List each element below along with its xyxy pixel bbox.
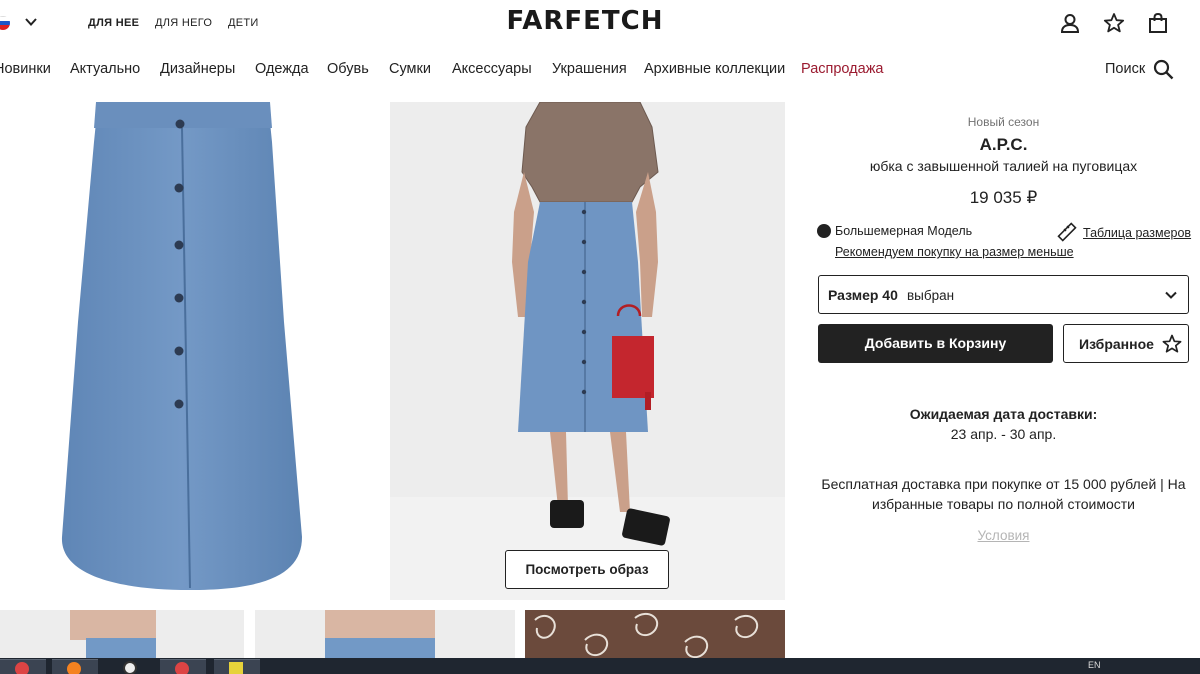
ruler-icon[interactable] bbox=[1057, 222, 1077, 242]
top-bar: ДЛЯ НЕЕ ДЛЯ НЕГО ДЕТИ FARFETCH bbox=[0, 0, 1200, 46]
product-name: юбка с завышенной талией на пуговицах bbox=[869, 158, 1138, 174]
model-illustration bbox=[390, 102, 785, 600]
star-icon bbox=[1162, 334, 1182, 353]
nav-item-accessories[interactable]: Аксессуары bbox=[452, 61, 532, 77]
size-guide-link[interactable]: Таблица размеров bbox=[1083, 226, 1191, 240]
delivery-dates: 23 апр. - 30 апр. bbox=[950, 426, 1057, 442]
brand-name[interactable]: A.P.C. bbox=[817, 135, 1190, 155]
nav-item-clothing[interactable]: Одежда bbox=[255, 61, 309, 77]
fit-recommendation-link[interactable]: Рекомендуем покупку на размер меньше bbox=[835, 245, 1074, 259]
add-to-cart-button[interactable]: Добавить в Корзину bbox=[818, 324, 1053, 363]
thumbnail-1-image bbox=[70, 610, 156, 660]
thumbnail-1[interactable] bbox=[0, 610, 244, 660]
view-look-button[interactable]: Посмотреть образ bbox=[505, 550, 669, 589]
terms-link[interactable]: Условия bbox=[817, 528, 1190, 543]
nav-item-bags[interactable]: Сумки bbox=[389, 61, 431, 77]
bag-icon[interactable] bbox=[1147, 12, 1169, 34]
product-image-main[interactable] bbox=[0, 102, 370, 600]
season-label: Новый сезон bbox=[967, 115, 1040, 129]
thumbnail-2[interactable] bbox=[255, 610, 515, 660]
wishlist-button[interactable]: Избранное bbox=[1063, 324, 1189, 363]
product-image-model[interactable] bbox=[390, 102, 785, 600]
nav-item-new[interactable]: Новинки bbox=[0, 61, 51, 77]
nav-item-designers[interactable]: Дизайнеры bbox=[160, 61, 235, 77]
nav-item-trending[interactable]: Актуально bbox=[70, 61, 140, 77]
language-indicator[interactable]: EN bbox=[1088, 660, 1101, 670]
logo[interactable]: FARFETCH bbox=[0, 6, 1170, 36]
search-icon[interactable] bbox=[1153, 59, 1174, 80]
skirt-illustration bbox=[61, 102, 302, 590]
size-state: выбран bbox=[907, 288, 955, 303]
size-select[interactable]: Размер 40 выбран bbox=[818, 275, 1189, 314]
taskbar-app-chrome[interactable] bbox=[0, 659, 46, 674]
taskbar-app-warning[interactable] bbox=[214, 659, 260, 674]
nav-item-sale[interactable]: Распродажа bbox=[801, 61, 883, 77]
thumbnail-3[interactable] bbox=[525, 610, 785, 660]
free-shipping-text: Бесплатная доставка при покупке от 15 00… bbox=[821, 476, 1186, 512]
nav-item-archive[interactable]: Архивные коллекции bbox=[644, 61, 785, 77]
account-icon[interactable] bbox=[1059, 12, 1081, 34]
os-taskbar: EN bbox=[0, 658, 1200, 674]
thumbnail-3-image bbox=[525, 610, 785, 660]
nav-item-jewelry[interactable]: Украшения bbox=[552, 61, 627, 77]
fit-label: Большемерная Модель bbox=[835, 224, 973, 238]
taskbar-app-chrome-2[interactable] bbox=[160, 659, 206, 674]
size-value: Размер 40 bbox=[828, 287, 898, 303]
taskbar-app-firefox[interactable] bbox=[52, 659, 98, 674]
star-icon[interactable] bbox=[1103, 12, 1125, 34]
search-label[interactable]: Поиск bbox=[1105, 61, 1145, 77]
nav-item-shoes[interactable]: Обувь bbox=[327, 61, 369, 77]
thumbnail-2-image bbox=[325, 610, 435, 660]
taskbar-app-settings[interactable] bbox=[108, 659, 154, 674]
fit-info-icon bbox=[817, 224, 831, 238]
wishlist-label: Избранное bbox=[1079, 336, 1154, 352]
chevron-down-icon bbox=[1165, 291, 1177, 299]
product-price: 19 035 ₽ bbox=[969, 188, 1038, 207]
delivery-title: Ожидаемая дата доставки: bbox=[909, 406, 1098, 422]
